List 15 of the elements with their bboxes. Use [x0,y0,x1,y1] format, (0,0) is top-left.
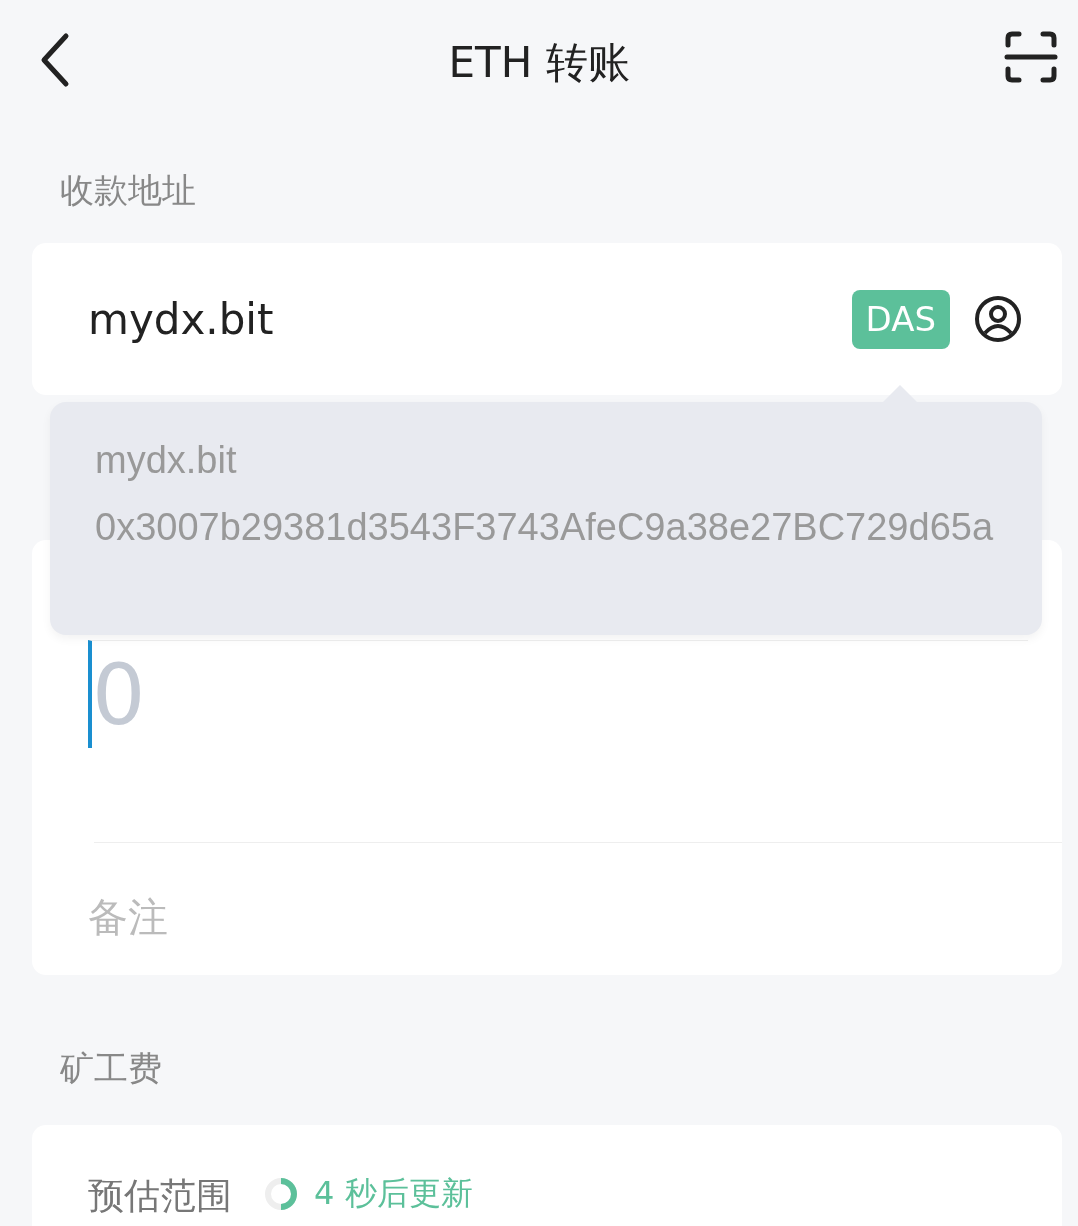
page-title: ETH 转账 [448,37,630,89]
section-label: 收款地址 [60,170,196,210]
spinner-icon [264,1177,298,1211]
countdown-text: 4 秒后更新 [314,1173,473,1214]
contact-icon[interactable] [974,295,1022,343]
address-value[interactable]: mydx.bit [88,287,852,351]
suggestion-name: mydx.bit [95,438,238,483]
range-label: 预估范围 [88,1174,232,1218]
amount-field[interactable]: 0 [88,640,1028,748]
memo-field[interactable]: 备注 [88,887,988,947]
tag: DAS [851,289,950,349]
scan-icon [1004,30,1058,84]
scan-button[interactable] [1004,30,1058,84]
section-label: 矿工费 [60,1048,162,1088]
suggestion-address: 0x3007b29381d3543F3743AfeC9a38e27BC729d65a [95,505,995,550]
